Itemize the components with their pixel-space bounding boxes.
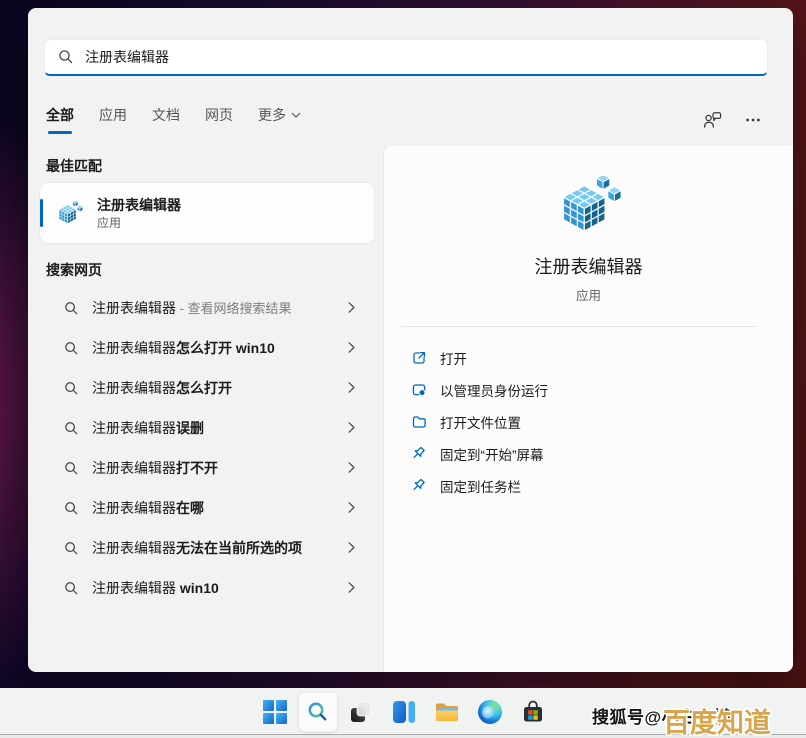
file-explorer-button[interactable] <box>427 692 467 732</box>
action-pin-to-start[interactable]: 固定到“开始”屏幕 <box>384 438 793 470</box>
tab-apps[interactable]: 应用 <box>99 105 127 125</box>
divider <box>401 326 756 327</box>
best-match-item[interactable]: 注册表编辑器 应用 <box>40 183 374 243</box>
chevron-right-icon[interactable] <box>344 540 359 555</box>
suggestion-row[interactable]: 注册表编辑器打不开 <box>28 448 383 488</box>
suggestion-row[interactable]: 注册表编辑器怎么打开 win10 <box>28 328 383 368</box>
best-match-title: 注册表编辑器 <box>97 196 181 215</box>
preview-panel: 注册表编辑器 应用 打开 以管理员身份运行 <box>383 146 793 672</box>
search-icon <box>64 421 79 436</box>
search-icon <box>64 301 79 316</box>
chevron-right-icon[interactable] <box>344 460 359 475</box>
action-open[interactable]: 打开 <box>384 342 793 374</box>
search-icon <box>64 501 79 516</box>
action-pin-to-taskbar[interactable]: 固定到任务栏 <box>384 470 793 502</box>
pin-icon <box>411 478 427 494</box>
chevron-right-icon[interactable] <box>344 420 359 435</box>
suggestion-row[interactable]: 注册表编辑器 win10 <box>28 568 383 608</box>
web-suggestions-list: 注册表编辑器 - 查看网络搜索结果 注册表编辑器怎么打开 win10 注册表编辑… <box>28 288 383 608</box>
flyout-toolbar <box>703 110 761 130</box>
baidu-zhidao-watermark: 百度知道 <box>663 701 806 738</box>
widgets-button[interactable] <box>384 692 424 732</box>
chevron-right-icon[interactable] <box>344 380 359 395</box>
search-icon <box>64 341 79 356</box>
pin-icon <box>411 446 427 462</box>
chevron-down-icon <box>291 112 301 119</box>
search-button[interactable] <box>298 692 338 732</box>
search-icon <box>64 461 79 476</box>
preview-actions: 打开 以管理员身份运行 打开文件位置 固定到“开始”屏幕 <box>384 342 793 502</box>
microsoft-store-icon <box>521 700 545 724</box>
chevron-right-icon[interactable] <box>344 340 359 355</box>
file-explorer-icon <box>434 700 460 724</box>
run-as-admin-icon <box>411 382 427 398</box>
tab-documents[interactable]: 文档 <box>152 105 180 125</box>
search-input[interactable]: 注册表编辑器 <box>44 39 768 76</box>
more-options-icon[interactable] <box>745 112 761 128</box>
preview-app-name: 注册表编辑器 <box>535 253 643 279</box>
widgets-icon <box>392 700 416 724</box>
task-view-button[interactable] <box>341 692 381 732</box>
search-query-text: 注册表编辑器 <box>85 47 169 67</box>
user-feedback-icon[interactable] <box>703 110 723 130</box>
selection-accent-bar <box>40 199 43 227</box>
suggestion-row[interactable]: 注册表编辑器怎么打开 <box>28 368 383 408</box>
registry-editor-icon <box>56 201 83 226</box>
chevron-right-icon[interactable] <box>344 500 359 515</box>
filter-tabs: 全部 应用 文档 网页 更多 <box>46 105 301 125</box>
task-view-icon <box>348 699 374 725</box>
desktop: { "search_box": { "value": "注册表编辑器" }, "… <box>0 0 806 738</box>
action-run-as-admin[interactable]: 以管理员身份运行 <box>384 374 793 406</box>
suggestion-row[interactable]: 注册表编辑器无法在当前所选的项 <box>28 528 383 568</box>
tab-all[interactable]: 全部 <box>46 105 74 125</box>
edge-button[interactable] <box>470 692 510 732</box>
chevron-right-icon[interactable] <box>344 300 359 315</box>
suggestion-row[interactable]: 注册表编辑器在哪 <box>28 488 383 528</box>
search-flyout: 注册表编辑器 全部 应用 文档 网页 更多 最佳匹配 <box>28 8 793 672</box>
best-match-type: 应用 <box>97 215 181 231</box>
search-icon <box>64 381 79 396</box>
tab-more[interactable]: 更多 <box>258 105 301 125</box>
action-open-file-location[interactable]: 打开文件位置 <box>384 406 793 438</box>
taskbar-buttons <box>255 692 553 732</box>
chevron-right-icon[interactable] <box>344 580 359 595</box>
search-icon <box>306 700 330 724</box>
preview-app-type: 应用 <box>576 285 601 304</box>
edge-icon <box>478 700 502 724</box>
best-match-header: 最佳匹配 <box>46 156 102 176</box>
open-icon <box>411 350 427 366</box>
folder-icon <box>411 414 427 430</box>
tab-web[interactable]: 网页 <box>205 105 233 125</box>
search-icon <box>58 49 74 65</box>
search-web-header: 搜索网页 <box>46 260 102 280</box>
suggestion-row[interactable]: 注册表编辑器误删 <box>28 408 383 448</box>
start-button[interactable] <box>255 692 295 732</box>
registry-editor-icon-large <box>556 176 622 237</box>
store-button[interactable] <box>513 692 553 732</box>
search-icon <box>64 541 79 556</box>
windows-logo-icon <box>263 700 287 724</box>
suggestion-row[interactable]: 注册表编辑器 - 查看网络搜索结果 <box>28 288 383 328</box>
search-icon <box>64 581 79 596</box>
